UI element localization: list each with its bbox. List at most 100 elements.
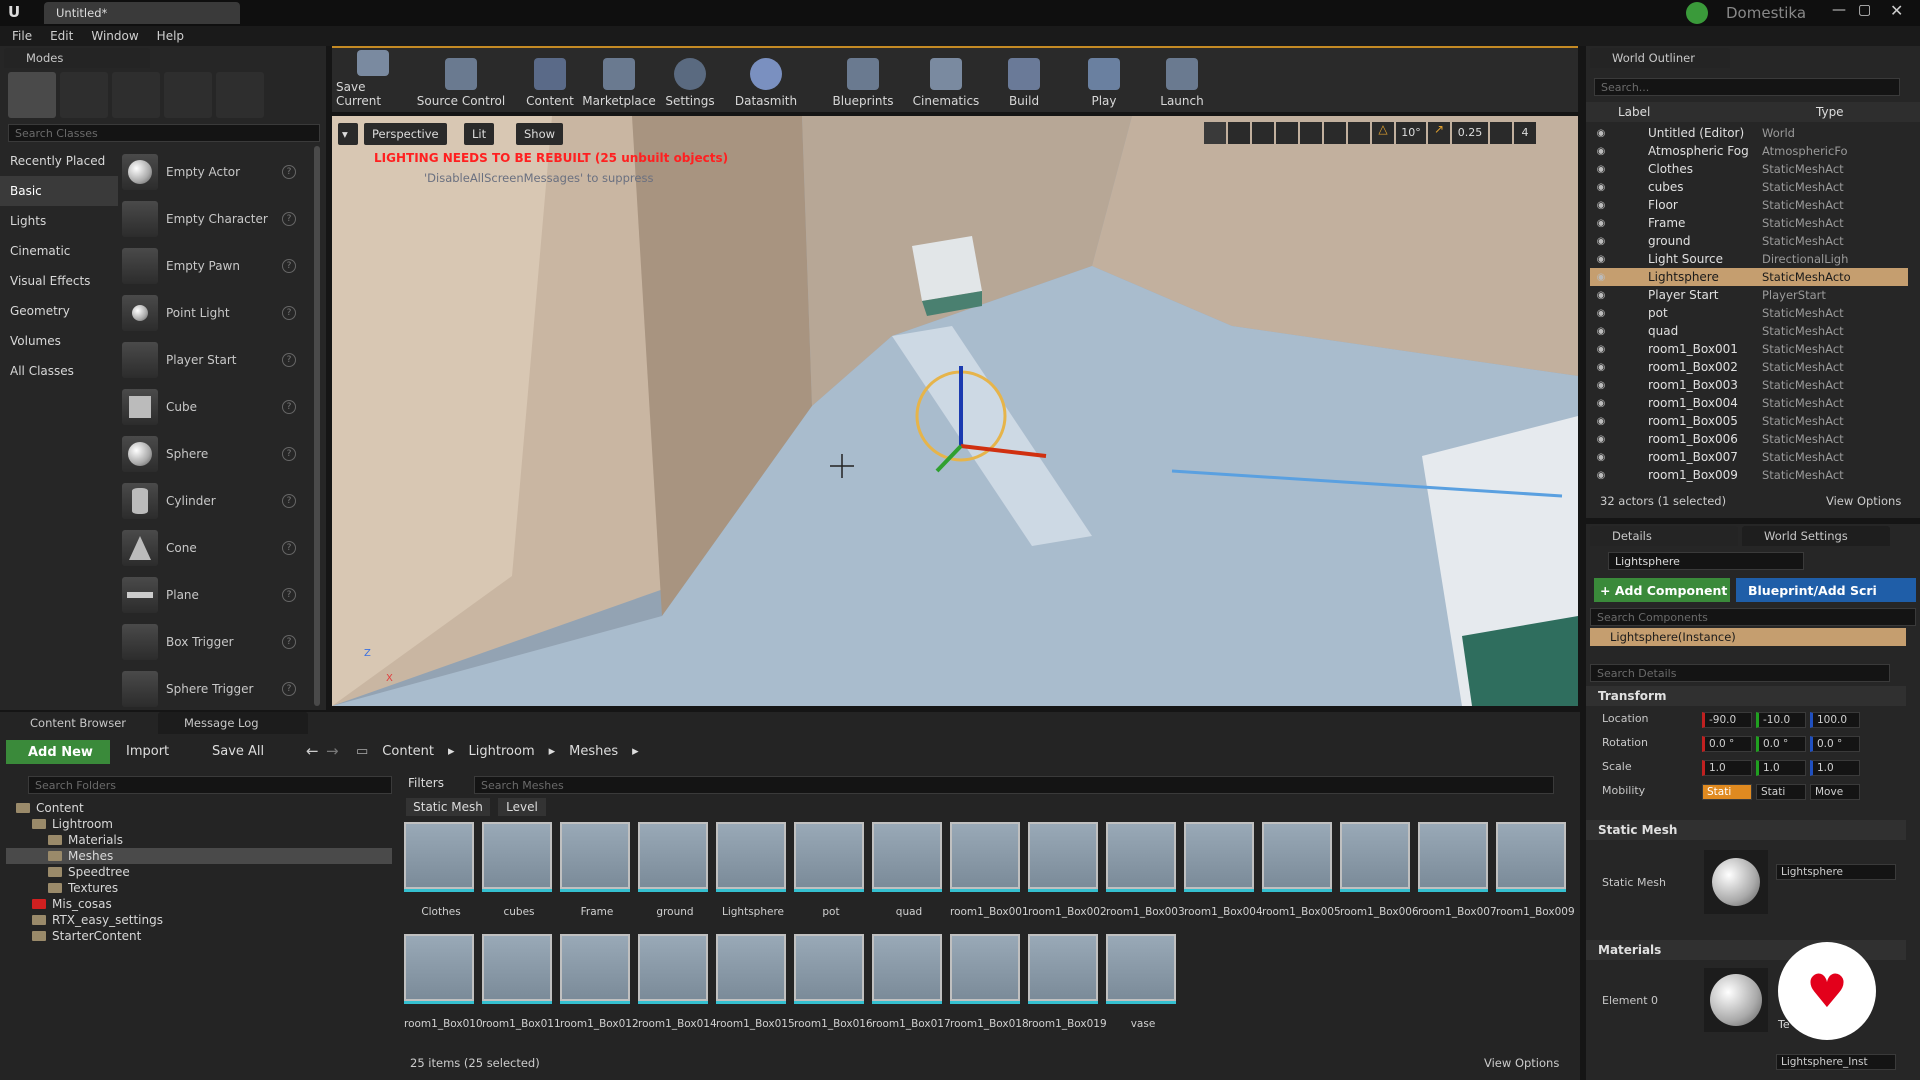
viewport-options-button[interactable]: ▾	[338, 123, 358, 145]
place-item-sphere-trigger[interactable]: Sphere Trigger?	[122, 667, 304, 711]
asset-tile[interactable]: vase	[1106, 934, 1180, 1040]
asset-tile[interactable]: room1_Box012	[560, 934, 639, 1040]
outliner-row[interactable]: ◉ room1_Box002 StaticMeshAct	[1590, 358, 1908, 376]
asset-tile[interactable]: room1_Box010	[404, 934, 483, 1040]
column-label[interactable]: Label	[1586, 105, 1816, 119]
place-mode-icon[interactable]	[8, 72, 56, 118]
play-button[interactable]: Play	[1082, 50, 1126, 108]
help-icon[interactable]: ?	[282, 588, 296, 602]
outliner-row[interactable]: ◉ room1_Box005 StaticMeshAct	[1590, 412, 1908, 430]
minimize-button[interactable]: —	[1832, 2, 1846, 18]
surface-snap-icon[interactable]	[1300, 122, 1322, 144]
document-tab[interactable]: Untitled*	[44, 2, 240, 24]
asset-tile[interactable]: Clothes	[404, 822, 478, 928]
asset-tile[interactable]: room1_Box006	[1340, 822, 1419, 928]
maximize-button[interactable]: ▢	[1858, 2, 1871, 18]
menu-file[interactable]: File	[12, 29, 32, 43]
visibility-eye-icon[interactable]: ◉	[1590, 380, 1612, 391]
mobility-static-button[interactable]: Stati	[1702, 784, 1752, 800]
visibility-eye-icon[interactable]: ◉	[1590, 416, 1612, 427]
folder-row[interactable]: Speedtree	[6, 864, 392, 880]
help-icon[interactable]: ?	[282, 682, 296, 696]
camera-speed-value[interactable]: 4	[1514, 122, 1536, 144]
paint-mode-icon[interactable]	[60, 72, 108, 118]
place-item-empty-character[interactable]: Empty Character?	[122, 197, 304, 241]
landscape-mode-icon[interactable]	[112, 72, 160, 118]
visibility-eye-icon[interactable]: ◉	[1590, 398, 1612, 409]
material-dropdown[interactable]: Lightsphere_Inst	[1776, 1054, 1896, 1070]
asset-tile[interactable]: Frame	[560, 822, 634, 928]
outliner-search-input[interactable]: Search...	[1594, 78, 1900, 96]
outliner-row[interactable]: ◉ room1_Box001 StaticMeshAct	[1590, 340, 1908, 358]
folder-row[interactable]: Content	[6, 800, 392, 816]
category-lights[interactable]: Lights	[0, 206, 118, 236]
asset-tile[interactable]: room1_Box014	[638, 934, 717, 1040]
outliner-row[interactable]: ◉ room1_Box007 StaticMeshAct	[1590, 448, 1908, 466]
outliner-row[interactable]: ◉ pot StaticMeshAct	[1590, 304, 1908, 322]
outliner-row[interactable]: ◉ Untitled (Editor) World	[1590, 124, 1908, 142]
outliner-row[interactable]: ◉ Lightsphere StaticMeshActo	[1590, 268, 1908, 286]
help-icon[interactable]: ?	[282, 212, 296, 226]
help-icon[interactable]: ?	[282, 353, 296, 367]
material-thumbnail[interactable]	[1704, 968, 1768, 1032]
foliage-mode-icon[interactable]	[164, 72, 212, 118]
world-space-icon[interactable]	[1276, 122, 1298, 144]
visibility-eye-icon[interactable]: ◉	[1590, 146, 1612, 157]
cinematics-button[interactable]: Cinematics	[912, 50, 980, 108]
category-visual-effects[interactable]: Visual Effects	[0, 266, 118, 296]
grid-size-button[interactable]	[1348, 122, 1370, 144]
mobility-movable-button[interactable]: Move	[1810, 784, 1860, 800]
scale-snap-icon[interactable]: ↗	[1428, 122, 1450, 144]
actor-name-field[interactable]: Lightsphere	[1608, 552, 1804, 570]
help-icon[interactable]: ?	[282, 541, 296, 555]
details-tab[interactable]: Details	[1590, 526, 1738, 546]
folder-row[interactable]: Lightroom	[6, 816, 392, 832]
static-mesh-dropdown[interactable]: Lightsphere	[1776, 864, 1896, 880]
blueprint-add-script-button[interactable]: Blueprint/Add Scri	[1736, 578, 1916, 602]
asset-tile[interactable]: Lightsphere	[716, 822, 790, 928]
asset-tile[interactable]: room1_Box004	[1184, 822, 1263, 928]
perspective-button[interactable]: Perspective	[364, 123, 447, 145]
location-y-field[interactable]: -10.0	[1756, 712, 1806, 728]
place-item-sphere[interactable]: Sphere?	[122, 432, 304, 476]
folder-row[interactable]: StarterContent	[6, 928, 392, 944]
place-item-point-light[interactable]: Point Light?	[122, 291, 304, 335]
launch-button[interactable]: Launch	[1158, 50, 1206, 108]
outliner-row[interactable]: ◉ Clothes StaticMeshAct	[1590, 160, 1908, 178]
angle-snap-value[interactable]: 10°	[1396, 122, 1426, 144]
visibility-eye-icon[interactable]: ◉	[1590, 362, 1612, 373]
help-icon[interactable]: ?	[282, 494, 296, 508]
place-item-box-trigger[interactable]: Box Trigger?	[122, 620, 304, 664]
grid-snap-icon[interactable]	[1324, 122, 1346, 144]
add-component-button[interactable]: + Add Component	[1594, 578, 1730, 602]
visibility-eye-icon[interactable]: ◉	[1590, 308, 1612, 319]
menu-help[interactable]: Help	[157, 29, 184, 43]
outliner-row[interactable]: ◉ Light Source DirectionalLigh	[1590, 250, 1908, 268]
visibility-eye-icon[interactable]: ◉	[1590, 290, 1612, 301]
outliner-row[interactable]: ◉ room1_Box003 StaticMeshAct	[1590, 376, 1908, 394]
asset-tile[interactable]: room1_Box001	[950, 822, 1029, 928]
import-button[interactable]: Import	[126, 744, 169, 759]
search-meshes-input[interactable]: Search Meshes	[474, 776, 1554, 794]
asset-tile[interactable]: room1_Box018	[950, 934, 1029, 1040]
lit-button[interactable]: Lit	[464, 123, 495, 145]
place-item-empty-actor[interactable]: Empty Actor?	[122, 150, 304, 194]
visibility-eye-icon[interactable]: ◉	[1590, 236, 1612, 247]
outliner-row[interactable]: ◉ Floor StaticMeshAct	[1590, 196, 1908, 214]
blueprints-button[interactable]: Blueprints	[830, 50, 896, 108]
scale-x-field[interactable]: 1.0	[1702, 760, 1752, 776]
folder-row[interactable]: Textures	[6, 880, 392, 896]
folder-row[interactable]: Mis_cosas	[6, 896, 392, 912]
camera-speed-icon[interactable]	[1490, 122, 1512, 144]
outliner-row[interactable]: ◉ room1_Box009 StaticMeshAct	[1590, 466, 1908, 484]
modes-tab[interactable]: Modes	[4, 48, 150, 68]
build-button[interactable]: Build	[1002, 50, 1046, 108]
source-control-button[interactable]: Source Control	[416, 50, 506, 108]
content-view-options[interactable]: View Options	[1484, 1056, 1559, 1070]
visibility-eye-icon[interactable]: ◉	[1590, 326, 1612, 337]
asset-tile[interactable]: room1_Box011	[482, 934, 561, 1040]
place-item-cube[interactable]: Cube?	[122, 385, 304, 429]
datasmith-button[interactable]: Datasmith	[734, 50, 798, 108]
asset-tile[interactable]: cubes	[482, 822, 556, 928]
asset-tile[interactable]: room1_Box007	[1418, 822, 1497, 928]
